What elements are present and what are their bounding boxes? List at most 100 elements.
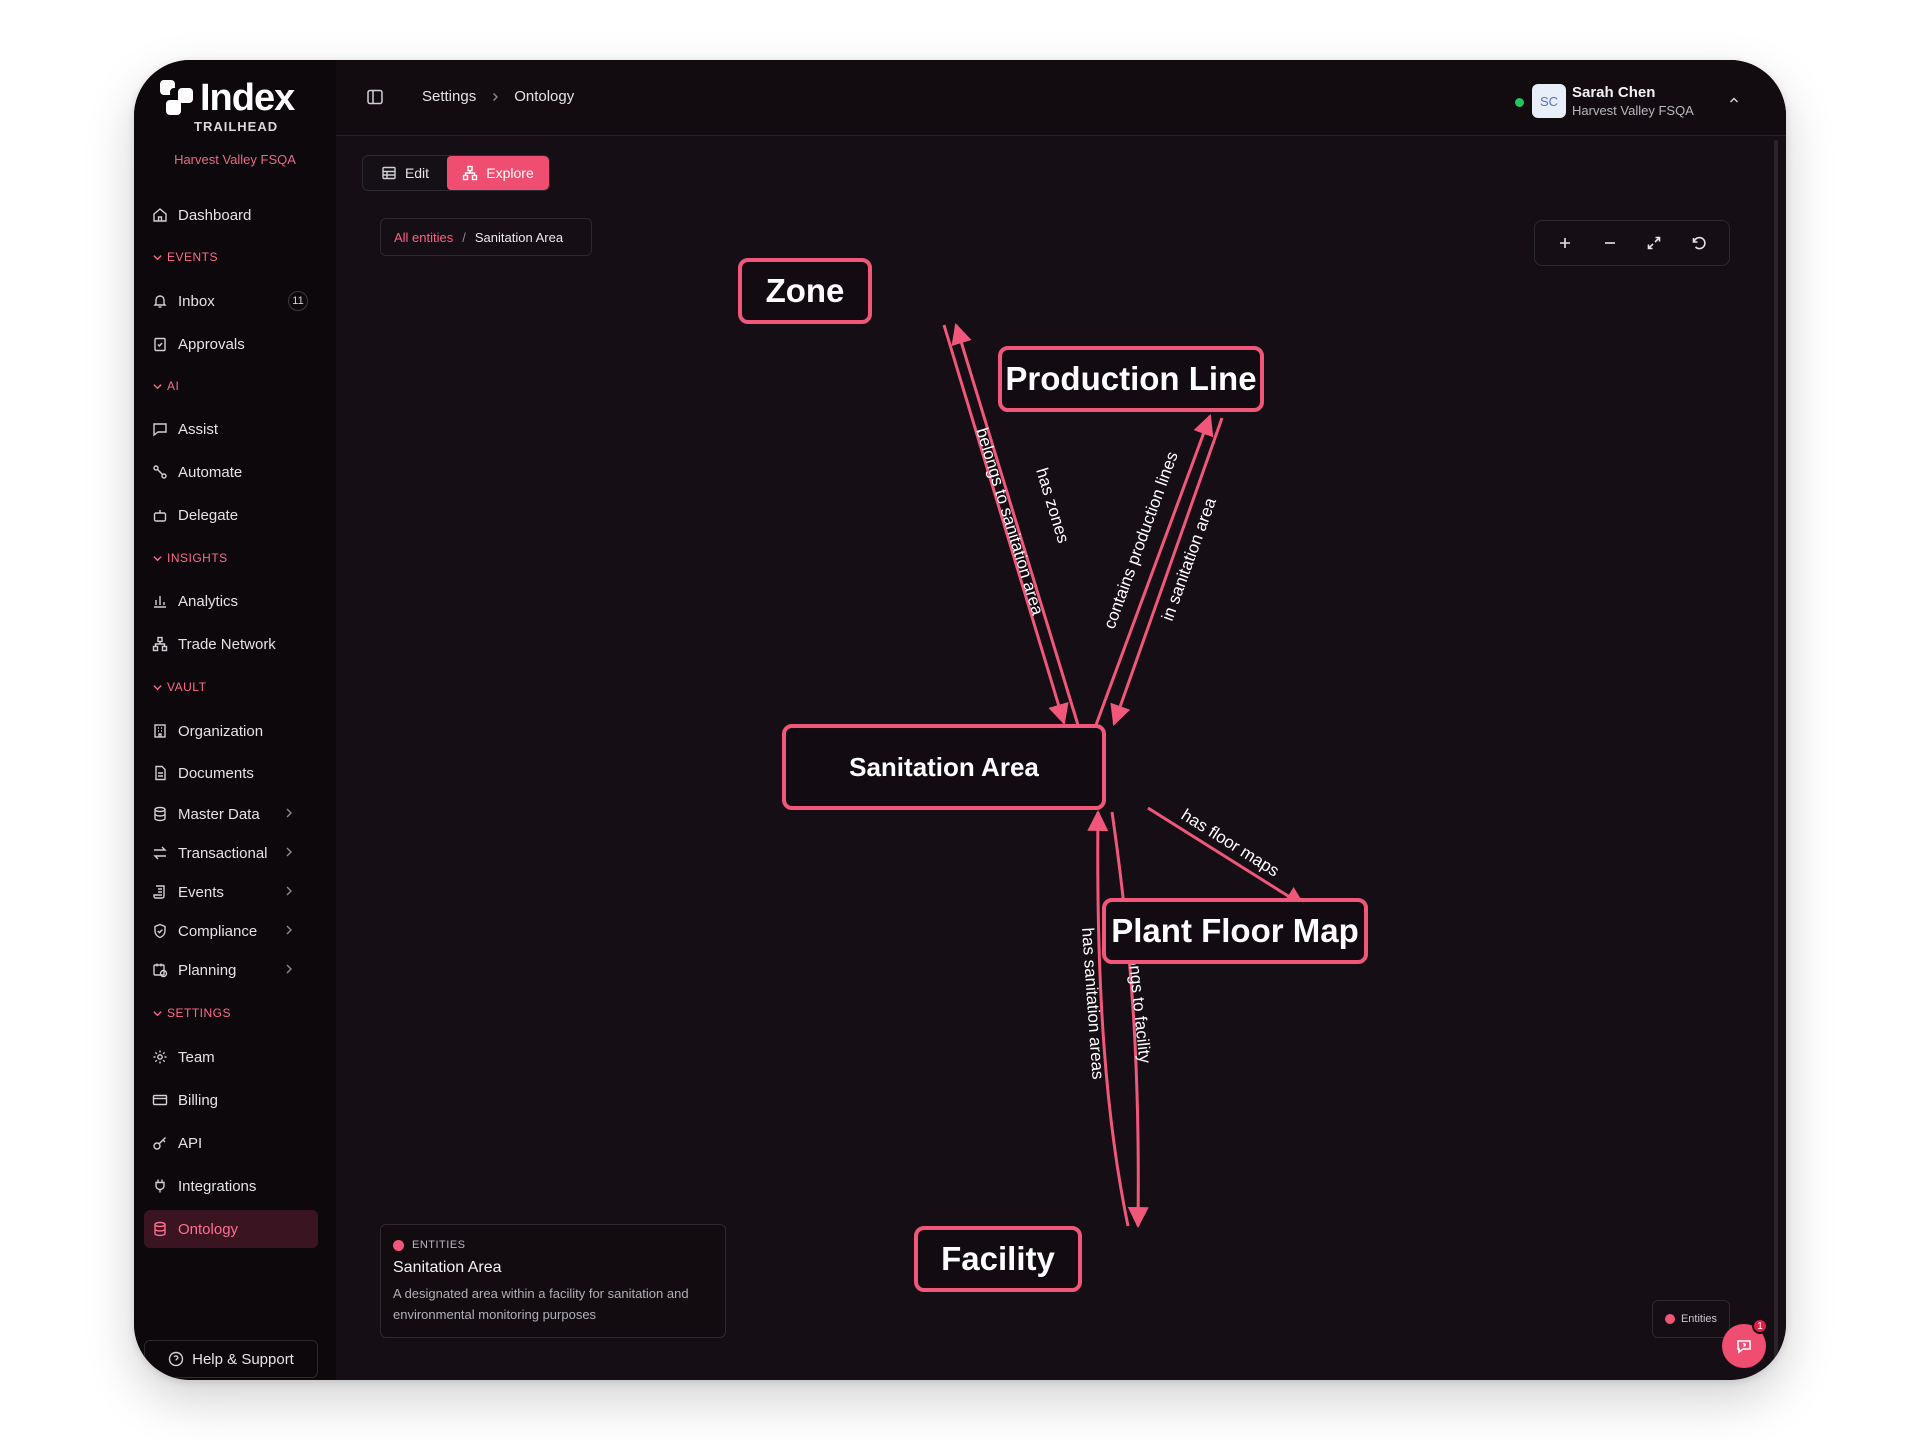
sidebar-item-label: Ontology — [178, 1220, 239, 1238]
sidebar-item-integrations[interactable]: Integrations — [144, 1167, 318, 1205]
section-ai[interactable]: AI — [152, 379, 179, 393]
home-icon — [153, 208, 167, 222]
sidebar-item-assist[interactable]: Assist — [144, 410, 318, 448]
main-area: Settings Ontology SC Sarah Chen Harvest … — [336, 60, 1786, 1380]
sidebar-item-label: Documents — [178, 764, 254, 782]
entity-dot — [393, 1239, 404, 1251]
section-label: SETTINGS — [167, 1006, 232, 1020]
gear-icon — [153, 1050, 167, 1064]
help-label: Help & Support — [192, 1350, 294, 1368]
sidebar-item-label: Integrations — [178, 1177, 257, 1195]
section-settings[interactable]: SETTINGS — [152, 1006, 231, 1020]
chevron-right-icon — [286, 808, 292, 818]
node-plant-floor-map[interactable]: Plant Floor Map — [1102, 898, 1368, 964]
workflow-icon — [153, 465, 167, 479]
scroll-icon — [153, 885, 165, 899]
edge-label: belongs to sanitation area — [972, 426, 1047, 618]
reset-view-button[interactable] — [1689, 233, 1709, 253]
sidebar-item-transactional[interactable]: Transactional — [144, 834, 318, 872]
logo[interactable]: Index — [160, 77, 295, 119]
sidebar-item-ontology[interactable]: Ontology — [144, 1210, 318, 1248]
legend-dot — [1664, 1314, 1675, 1324]
device-frame: Index TRAILHEAD Harvest Valley FSQA Dash… — [134, 60, 1786, 1380]
building-icon — [154, 724, 166, 738]
node-zone[interactable]: Zone — [738, 258, 872, 324]
sidebar-item-label: Organization — [178, 722, 264, 740]
sidebar-item-dashboard[interactable]: Dashboard — [144, 196, 318, 234]
logo-icon — [160, 80, 196, 116]
chat-icon — [1737, 1340, 1751, 1354]
zoom-in-button[interactable] — [1555, 233, 1575, 253]
sidebar-item-label: Dashboard — [178, 206, 252, 224]
database-icon — [154, 806, 166, 822]
calendar-clock-icon — [153, 963, 168, 978]
sidebar-item-inbox[interactable]: Inbox 11 — [144, 282, 318, 320]
entity-tag-label: ENTITIES — [412, 1239, 466, 1251]
section-insights[interactable]: INSIGHTS — [152, 551, 228, 565]
sidebar-item-planning[interactable]: Planning — [144, 951, 318, 989]
shield-check-icon — [154, 923, 166, 939]
entity-description: A designated area within a facility for … — [393, 1286, 689, 1322]
sidebar-item-label: Delegate — [178, 506, 239, 524]
fit-view-button[interactable] — [1644, 233, 1664, 253]
sidebar-item-label: Transactional — [178, 844, 268, 862]
chevron-down-icon — [153, 383, 162, 389]
expand-icon — [1647, 236, 1661, 250]
sidebar-item-organization[interactable]: Organization — [144, 712, 318, 750]
org-name: Harvest Valley FSQA — [174, 152, 296, 167]
sidebar-item-automate[interactable]: Automate — [144, 453, 318, 491]
help-support-button[interactable]: Help & Support — [144, 1340, 318, 1378]
key-icon — [153, 1137, 166, 1150]
section-vault[interactable]: VAULT — [152, 680, 206, 694]
sidebar-item-api[interactable]: API — [144, 1124, 318, 1162]
sidebar-item-label: Automate — [178, 463, 243, 481]
chevron-down-icon — [153, 684, 162, 690]
rotate-ccw-icon — [1692, 236, 1706, 250]
logo-subtitle: TRAILHEAD — [194, 119, 279, 134]
minus-icon — [1604, 242, 1615, 244]
sidebar-item-compliance[interactable]: Compliance — [144, 912, 318, 950]
sidebar-item-label: Compliance — [178, 922, 258, 940]
edge-has-floor-maps[interactable] — [1147, 806, 1306, 908]
entity-tag: ENTITIES — [393, 1239, 713, 1251]
plus-icon — [1560, 238, 1571, 248]
chevron-right-icon — [286, 847, 292, 857]
arrows-exchange-icon — [153, 846, 167, 860]
sidebar-item-documents[interactable]: Documents — [144, 754, 318, 792]
sidebar-item-master-data[interactable]: Master Data — [144, 795, 318, 833]
sidebar-item-label: Master Data — [178, 805, 260, 823]
sidebar-item-label: Events — [178, 883, 224, 901]
bot-icon — [153, 510, 167, 522]
sidebar-item-trade-network[interactable]: Trade Network — [144, 625, 318, 663]
chevron-down-icon — [153, 555, 162, 561]
sidebar-item-events[interactable]: Events — [144, 873, 318, 911]
sidebar-item-label: Inbox — [178, 292, 215, 310]
sidebar-item-delegate[interactable]: Delegate — [144, 496, 318, 534]
section-events[interactable]: EVENTS — [152, 250, 218, 264]
node-facility[interactable]: Facility — [914, 1226, 1082, 1292]
section-label: VAULT — [167, 680, 207, 694]
sidebar-item-team[interactable]: Team — [144, 1038, 318, 1076]
scrollbar[interactable] — [1774, 140, 1778, 1370]
zoom-out-button[interactable] — [1600, 233, 1620, 253]
chat-button[interactable]: 1 — [1722, 1318, 1768, 1368]
graph-controls — [1534, 220, 1730, 266]
file-text-icon — [155, 765, 166, 781]
chevron-right-icon — [286, 964, 292, 974]
sidebar-item-billing[interactable]: Billing — [144, 1081, 318, 1119]
node-production-line[interactable]: Production Line — [998, 346, 1264, 412]
network-icon — [152, 636, 168, 652]
edge-label: has zones — [1032, 466, 1073, 546]
message-square-icon — [153, 423, 167, 437]
section-label: AI — [167, 379, 180, 393]
node-sanitation-area[interactable]: Sanitation Area — [782, 724, 1106, 810]
sidebar-item-approvals[interactable]: Approvals — [144, 325, 318, 363]
logo-text: Index — [200, 77, 295, 119]
graph-legend[interactable]: Entities — [1652, 1300, 1730, 1338]
chevron-down-icon — [153, 1010, 162, 1016]
bar-chart-icon — [154, 596, 166, 608]
chat-notification-badge: 1 — [1752, 1318, 1768, 1334]
bell-icon — [153, 295, 167, 308]
sidebar-item-label: Assist — [178, 420, 219, 438]
sidebar-item-analytics[interactable]: Analytics — [144, 582, 318, 620]
